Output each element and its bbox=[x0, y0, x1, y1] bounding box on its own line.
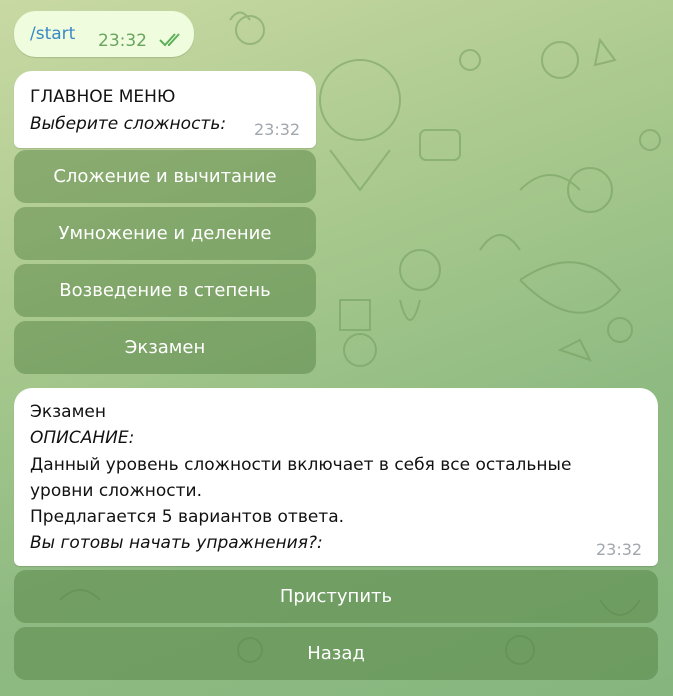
back-button[interactable]: Назад bbox=[14, 627, 658, 680]
add-subtract-button[interactable]: Сложение и вычитание bbox=[14, 150, 316, 203]
start-button[interactable]: Приступить bbox=[14, 570, 658, 623]
main-menu-subtitle: Выберите сложность: bbox=[30, 114, 227, 134]
main-menu-title: ГЛАВНОЕ МЕНЮ bbox=[30, 87, 176, 107]
exam-title: Экзамен bbox=[30, 402, 106, 422]
main-menu-message: ГЛАВНОЕ МЕНЮ Выберите сложность: 23:32 bbox=[14, 71, 316, 148]
outgoing-message: /start 23:32 bbox=[14, 11, 194, 57]
exam-message: Экзамен ОПИСАНИЕ: Данный уровень сложнос… bbox=[14, 388, 658, 566]
multiply-divide-button[interactable]: Умножение и деление bbox=[14, 207, 316, 260]
exam-description-line: Предлагается 5 вариантов ответа. bbox=[30, 507, 345, 527]
exam-question: Вы готовы начать упражнения?: bbox=[30, 533, 323, 553]
outgoing-message-time: 23:32 bbox=[98, 31, 147, 51]
double-check-icon bbox=[159, 33, 180, 47]
exponent-button[interactable]: Возведение в степень bbox=[14, 264, 316, 317]
exam-button[interactable]: Экзамен bbox=[14, 321, 316, 374]
exam-description-line: уровни сложности. bbox=[30, 481, 202, 501]
exam-description-line: Данный уровень сложности включает в себя… bbox=[30, 455, 572, 475]
exam-message-time: 23:32 bbox=[596, 540, 643, 559]
outgoing-message-text: /start bbox=[30, 24, 76, 44]
exam-description-label: ОПИСАНИЕ: bbox=[30, 428, 135, 448]
main-menu-time: 23:32 bbox=[254, 120, 301, 139]
